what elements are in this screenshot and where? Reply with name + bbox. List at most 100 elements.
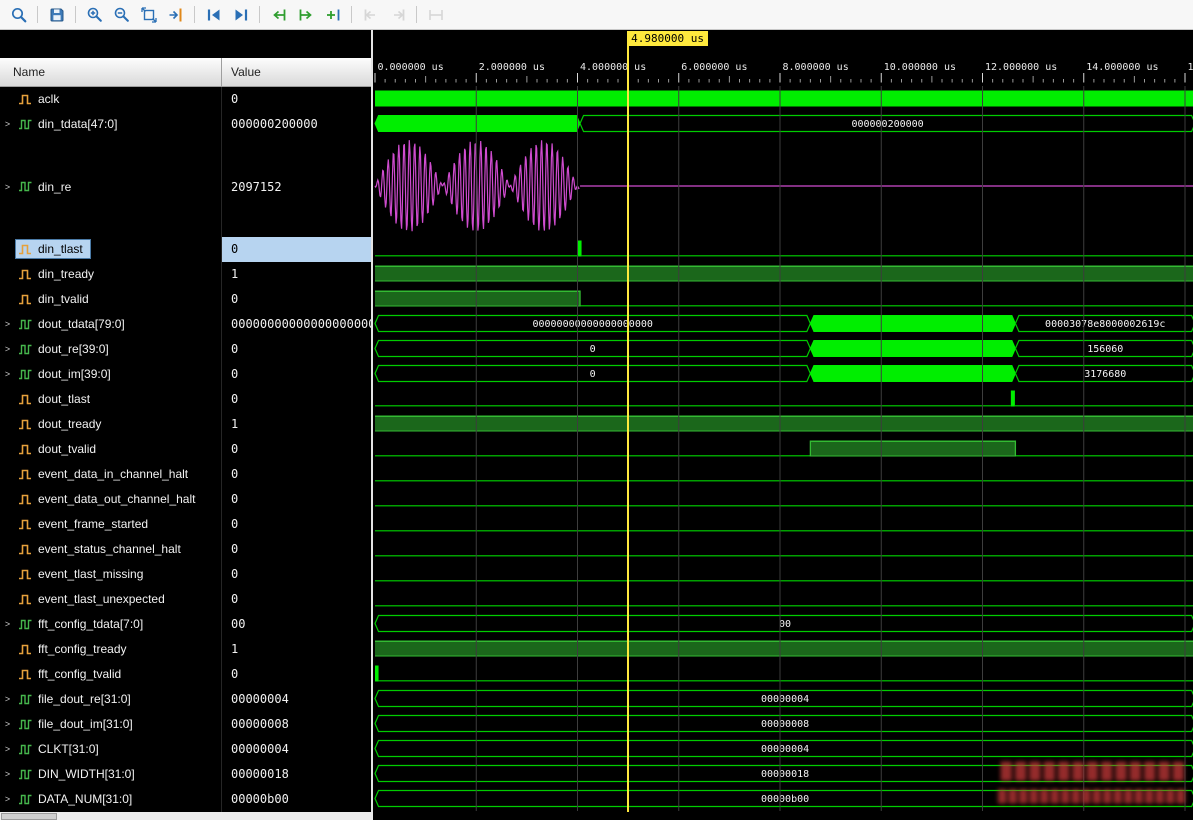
signal-row[interactable]: aclk0	[0, 87, 371, 112]
signal-row[interactable]: >DIN_WIDTH[31:0]00000018	[0, 762, 371, 787]
signal-name-cell[interactable]: >file_dout_im[31:0]	[0, 712, 222, 737]
signal-name-wrap[interactable]: dout_tready	[15, 414, 109, 434]
signal-name-cell[interactable]: >din_re	[0, 137, 222, 237]
signal-name-cell[interactable]: dout_tready	[0, 412, 222, 437]
signal-name-cell[interactable]: >file_dout_re[31:0]	[0, 687, 222, 712]
signal-name-cell[interactable]: din_tready	[0, 262, 222, 287]
signal-name-wrap[interactable]: event_tlast_unexpected	[15, 589, 173, 609]
signal-row[interactable]: din_tready1	[0, 262, 371, 287]
prev-transition-icon[interactable]	[265, 3, 292, 27]
signal-name-cell[interactable]: >CLKT[31:0]	[0, 737, 222, 762]
next-edge-icon[interactable]	[384, 3, 411, 27]
signal-row[interactable]: event_data_out_channel_halt0	[0, 487, 371, 512]
go-to-end-icon[interactable]	[227, 3, 254, 27]
signal-row[interactable]: dout_tready1	[0, 412, 371, 437]
signal-name-wrap[interactable]: event_frame_started	[15, 514, 156, 534]
signal-name-wrap[interactable]: DIN_WIDTH[31:0]	[15, 764, 143, 784]
signal-name-wrap[interactable]: aclk	[15, 89, 67, 109]
expand-chevron-icon[interactable]: >	[0, 619, 15, 629]
signal-row[interactable]: event_frame_started0	[0, 512, 371, 537]
signal-name-wrap[interactable]: event_data_in_channel_halt	[15, 464, 196, 484]
signal-row[interactable]: event_status_channel_halt0	[0, 537, 371, 562]
signal-name-cell[interactable]: event_data_out_channel_halt	[0, 487, 222, 512]
signal-name-cell[interactable]: fft_config_tready	[0, 637, 222, 662]
signal-name-cell[interactable]: event_tlast_missing	[0, 562, 222, 587]
expand-chevron-icon[interactable]: >	[0, 119, 15, 129]
signal-row[interactable]: dout_tvalid0	[0, 437, 371, 462]
scrollbar-thumb[interactable]	[1, 813, 57, 820]
signal-row[interactable]: >fft_config_tdata[7:0]00	[0, 612, 371, 637]
horizontal-scrollbar[interactable]	[0, 812, 373, 820]
signal-name-wrap[interactable]: fft_config_tdata[7:0]	[15, 614, 151, 634]
signal-row[interactable]: >file_dout_re[31:0]00000004	[0, 687, 371, 712]
signal-row[interactable]: >din_tdata[47:0]000000200000	[0, 112, 371, 137]
signal-name-wrap[interactable]: file_dout_re[31:0]	[15, 689, 139, 709]
signal-name-wrap[interactable]: dout_tlast	[15, 389, 98, 409]
signal-name-wrap[interactable]: din_tvalid	[15, 289, 97, 309]
signal-name-wrap[interactable]: fft_config_tvalid	[15, 664, 129, 684]
signal-name-cell[interactable]: >DIN_WIDTH[31:0]	[0, 762, 222, 787]
signal-name-wrap[interactable]: event_tlast_missing	[15, 564, 151, 584]
cursor-time-label[interactable]: 4.980000 us	[627, 31, 708, 46]
signal-name-wrap[interactable]: din_re	[15, 177, 79, 197]
signal-row[interactable]: >dout_re[39:0]0	[0, 337, 371, 362]
signal-row[interactable]: event_data_in_channel_halt0	[0, 462, 371, 487]
signal-name-cell[interactable]: aclk	[0, 87, 222, 112]
signal-name-cell[interactable]: >DATA_NUM[31:0]	[0, 787, 222, 812]
signal-row[interactable]: >DATA_NUM[31:0]00000b00	[0, 787, 371, 812]
add-marker-icon[interactable]	[319, 3, 346, 27]
signal-name-wrap[interactable]: din_tready	[15, 264, 102, 284]
signal-name-wrap[interactable]: din_tdata[47:0]	[15, 114, 125, 134]
signal-name-cell[interactable]: din_tlast	[0, 237, 222, 262]
expand-chevron-icon[interactable]: >	[0, 344, 15, 354]
expand-chevron-icon[interactable]: >	[0, 694, 15, 704]
expand-chevron-icon[interactable]: >	[0, 182, 15, 192]
signal-name-wrap[interactable]: CLKT[31:0]	[15, 739, 107, 759]
signal-name-wrap[interactable]: dout_re[39:0]	[15, 339, 117, 359]
signal-row[interactable]: event_tlast_missing0	[0, 562, 371, 587]
zoom-fit-icon[interactable]	[135, 3, 162, 27]
signal-row[interactable]: fft_config_tvalid0	[0, 662, 371, 687]
signal-name-wrap[interactable]: dout_tvalid	[15, 439, 104, 459]
signal-row[interactable]: din_tvalid0	[0, 287, 371, 312]
signal-name-cell[interactable]: event_data_in_channel_halt	[0, 462, 222, 487]
signal-name-wrap[interactable]: file_dout_im[31:0]	[15, 714, 141, 734]
signal-row[interactable]: din_tlast0	[0, 237, 371, 262]
go-to-start-icon[interactable]	[200, 3, 227, 27]
signal-name-wrap[interactable]: din_tlast	[15, 239, 91, 259]
signal-name-cell[interactable]: event_frame_started	[0, 512, 222, 537]
signal-name-cell[interactable]: dout_tvalid	[0, 437, 222, 462]
expand-chevron-icon[interactable]: >	[0, 744, 15, 754]
signal-name-wrap[interactable]: event_status_channel_halt	[15, 539, 189, 559]
signal-row[interactable]: >CLKT[31:0]00000004	[0, 737, 371, 762]
cursor-line[interactable]	[627, 46, 629, 812]
signal-name-cell[interactable]: dout_tlast	[0, 387, 222, 412]
save-icon[interactable]	[43, 3, 70, 27]
search-icon[interactable]	[5, 3, 32, 27]
time-ruler-svg[interactable]: 0.000000 us2.000000 us4.000000 us6.00000…	[373, 58, 1193, 86]
prev-edge-icon[interactable]	[357, 3, 384, 27]
signal-name-cell[interactable]: >dout_tdata[79:0]	[0, 312, 222, 337]
interval-icon[interactable]	[422, 3, 449, 27]
signal-name-cell[interactable]: din_tvalid	[0, 287, 222, 312]
signal-name-cell[interactable]: event_status_channel_halt	[0, 537, 222, 562]
signal-name-wrap[interactable]: dout_im[39:0]	[15, 364, 119, 384]
signal-name-cell[interactable]: >dout_re[39:0]	[0, 337, 222, 362]
signal-name-wrap[interactable]: dout_tdata[79:0]	[15, 314, 133, 334]
signal-name-wrap[interactable]: event_data_out_channel_halt	[15, 489, 203, 509]
signal-row[interactable]: >din_re2097152	[0, 137, 371, 237]
signal-name-wrap[interactable]: DATA_NUM[31:0]	[15, 789, 140, 809]
expand-chevron-icon[interactable]: >	[0, 769, 15, 779]
signal-name-cell[interactable]: >fft_config_tdata[7:0]	[0, 612, 222, 637]
name-column-header[interactable]: Name	[0, 58, 222, 86]
expand-chevron-icon[interactable]: >	[0, 794, 15, 804]
signal-name-cell[interactable]: >dout_im[39:0]	[0, 362, 222, 387]
expand-chevron-icon[interactable]: >	[0, 319, 15, 329]
signal-row[interactable]: >dout_tdata[79:0]00000000000000000000	[0, 312, 371, 337]
signal-name-cell[interactable]: >din_tdata[47:0]	[0, 112, 222, 137]
signal-row[interactable]: >dout_im[39:0]0	[0, 362, 371, 387]
signal-row[interactable]: dout_tlast0	[0, 387, 371, 412]
next-transition-icon[interactable]	[292, 3, 319, 27]
zoom-in-icon[interactable]	[81, 3, 108, 27]
zoom-to-cursor-icon[interactable]	[162, 3, 189, 27]
